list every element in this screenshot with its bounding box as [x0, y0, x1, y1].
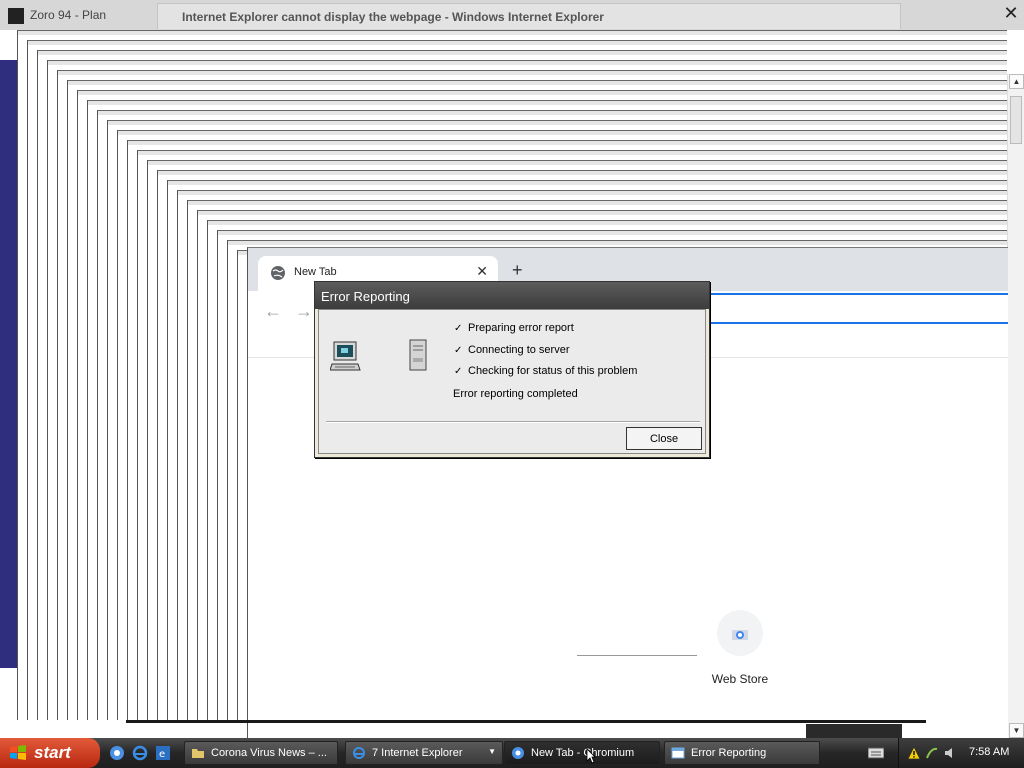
web-store-icon [732, 630, 748, 640]
ghost-window-edge [208, 221, 1007, 225]
close-button[interactable]: Close [626, 427, 702, 450]
background-window-title: Zoro 94 - Plan [30, 8, 107, 22]
chromium-quicklaunch-icon[interactable] [109, 745, 125, 761]
dialog-titlebar[interactable]: Error Reporting [315, 282, 709, 309]
svg-text:e: e [159, 749, 165, 760]
app-logo-icon [8, 8, 24, 24]
ghost-window-edge [88, 101, 1007, 105]
taskbar-button-internet-explorer[interactable]: 7 Internet Explorer ▼ [345, 741, 503, 765]
chromium-icon [512, 747, 524, 759]
step-item: ✓ Connecting to server [454, 344, 570, 356]
tab-close-icon[interactable]: ✕ [476, 263, 488, 280]
ghost-window-edge [138, 151, 1007, 155]
new-tab-plus-icon[interactable]: + [512, 260, 523, 281]
folder-icon [192, 749, 204, 758]
vertical-scrollbar[interactable]: ▲ ▼ [1007, 74, 1024, 738]
desktop-background [0, 60, 17, 668]
step-item: ✓ Checking for status of this problem [454, 365, 637, 377]
ghost-window-edge [128, 141, 1007, 145]
keyboard-icon[interactable] [868, 747, 884, 759]
forward-arrow-icon[interactable]: → [295, 301, 313, 322]
step-label: Checking for status of this problem [468, 365, 638, 377]
taskbar: start e Corona Virus News – ... 7 Intern… [0, 738, 1024, 768]
ghost-window-edge [218, 231, 1007, 235]
ghost-window-edge [38, 51, 1007, 55]
system-tray: 7:58 AM [898, 738, 1024, 768]
ie-window-titlebar: Internet Explorer cannot display the web… [157, 3, 901, 29]
ghost-window-edge [98, 111, 1007, 115]
checkmark-icon: ✓ [454, 323, 463, 334]
ghost-window-edge [198, 211, 1007, 215]
clock: 7:58 AM [969, 746, 1010, 758]
window-bottom-shadow [806, 724, 902, 738]
step-item: ✓ Preparing error report [454, 322, 574, 334]
ghost-window-edge [228, 241, 1007, 245]
divider [577, 655, 697, 656]
ie-quicklaunch-icon[interactable] [132, 745, 148, 761]
ghost-window-edge [28, 41, 1007, 45]
task-label: 7 Internet Explorer [372, 747, 463, 759]
task-label: Error Reporting [691, 747, 767, 759]
step-label: Connecting to server [468, 344, 570, 356]
error-reporting-dialog: Error Reporting ✓ Preparing error report … [314, 281, 710, 458]
ghost-window-edge [188, 201, 1007, 205]
globe-icon [271, 266, 285, 280]
scroll-up-arrow-icon[interactable]: ▲ [1009, 74, 1024, 89]
volume-icon[interactable] [943, 746, 957, 760]
ghost-window-edge [148, 161, 1007, 165]
checkmark-icon: ✓ [454, 366, 463, 377]
ghost-window-edge [58, 71, 1007, 75]
mouse-cursor-icon [586, 748, 596, 764]
warning-icon[interactable] [907, 746, 921, 760]
ghost-window-edge [48, 61, 1007, 65]
scroll-thumb[interactable] [1010, 96, 1022, 144]
start-button[interactable]: start [0, 738, 100, 768]
back-arrow-icon[interactable]: ← [264, 301, 282, 322]
ghost-window-edge [178, 191, 1007, 195]
ghost-window-edge [158, 171, 1007, 175]
taskbar-button-chromium[interactable]: New Tab - Chromium [504, 741, 660, 765]
taskbar-button-corona-news[interactable]: Corona Virus News – ... [184, 741, 338, 765]
ghost-window-edge [108, 121, 1007, 125]
scroll-down-arrow-icon[interactable]: ▼ [1009, 723, 1024, 738]
task-label: Corona Virus News – ... [211, 747, 327, 759]
group-dropdown-icon[interactable]: ▼ [488, 747, 496, 756]
ghost-window-edge [118, 131, 1007, 135]
server-icon [409, 339, 427, 371]
ghost-window-edge [168, 181, 1007, 185]
ghost-window-edge [78, 91, 1007, 95]
web-store-shortcut[interactable]: Web Store [710, 610, 770, 686]
background-window-titlebar: Zoro 94 - Plan Internet Explorer cannot … [0, 0, 1024, 30]
address-bar[interactable] [668, 293, 1008, 324]
web-store-tile [717, 610, 763, 656]
window-bottom-edge [126, 720, 926, 723]
tab-title: New Tab [294, 266, 337, 278]
taskbar-button-error-reporting[interactable]: Error Reporting [664, 741, 820, 765]
ghost-window-edge [68, 81, 1007, 85]
ghost-window-edge [18, 31, 1007, 35]
ie-alt-quicklaunch-icon[interactable]: e [155, 745, 171, 761]
ie-icon [353, 747, 365, 759]
dialog-body: ✓ Preparing error report ✓ Connecting to s… [318, 309, 706, 454]
status-text: Error reporting completed [453, 388, 578, 400]
window-icon [671, 747, 685, 759]
task-label: New Tab - Chromium [531, 747, 635, 759]
close-window-icon[interactable]: ✕ [1002, 4, 1020, 22]
start-label: start [34, 743, 71, 762]
network-icon[interactable] [925, 746, 939, 760]
windows-flag-icon [10, 745, 26, 760]
checkmark-icon: ✓ [454, 345, 463, 356]
dialog-title: Error Reporting [321, 289, 410, 304]
step-label: Preparing error report [468, 322, 574, 334]
computer-icon [330, 341, 361, 371]
web-store-label: Web Store [711, 672, 769, 686]
dialog-separator [326, 421, 700, 423]
ie-window-title: Internet Explorer cannot display the web… [182, 10, 604, 24]
